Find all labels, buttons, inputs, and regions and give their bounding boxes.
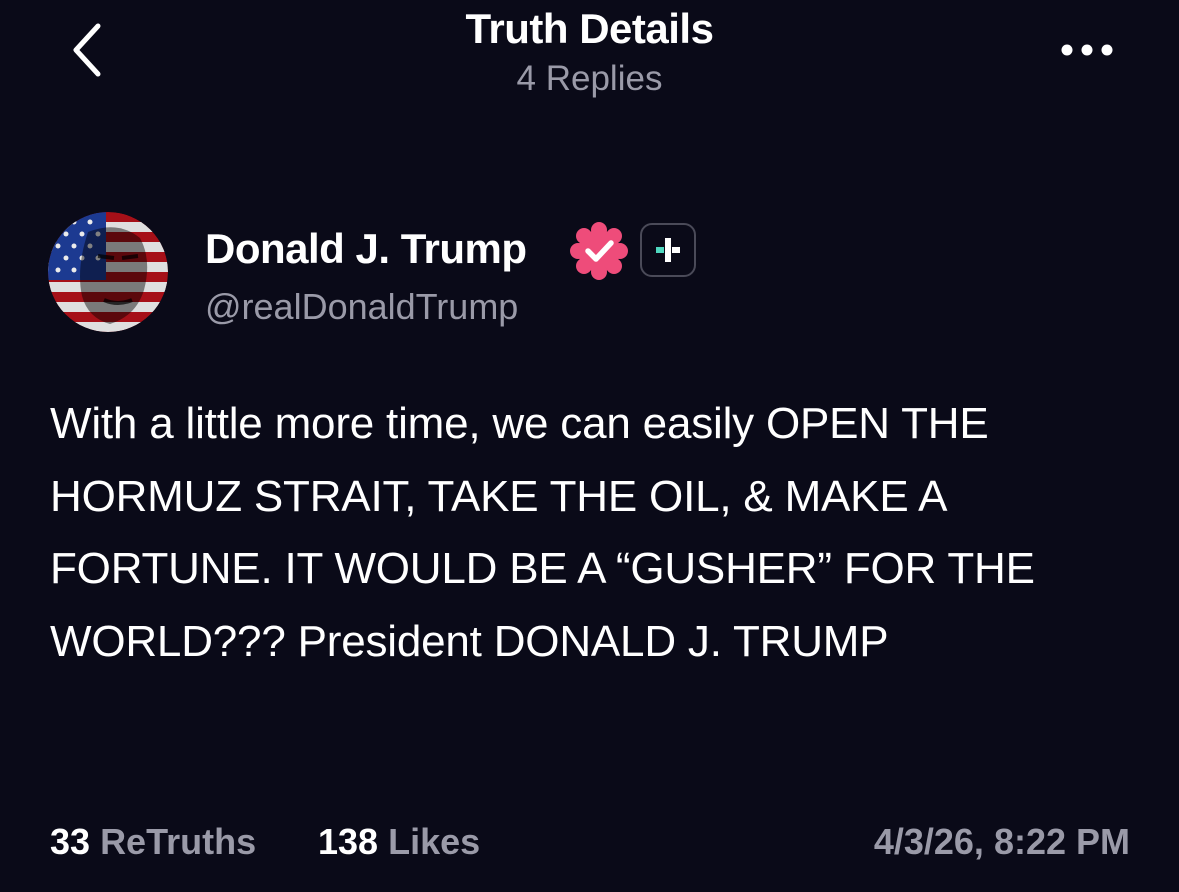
page-title: Truth Details [465,5,714,52]
post-text: With a little more time, we can easily O… [50,399,1035,666]
post-timestamp: 4/3/26, 8:22 PM [873,821,1130,862]
post-stats: 33 ReTruths 138 Likes 4/3/26, 8:22 PM [50,818,1130,866]
more-options-button[interactable] [1052,28,1122,72]
retruths-count: 33 [50,821,91,862]
avatar[interactable] [48,212,168,332]
likes-label: Likes [388,821,481,862]
author-name[interactable]: Donald J. Trump [205,224,527,274]
truth-details-screen: Truth Details 4 Replies Donald J. Trump … [0,0,1179,892]
plus-badge-icon [656,238,680,262]
verified-badge-icon [570,222,628,280]
replies-count: 4 Replies [516,59,663,98]
likes-stat[interactable]: 138 Likes [318,818,480,866]
header: Truth Details 4 Replies [0,4,1179,102]
retruths-stat[interactable]: 33 ReTruths [50,818,256,866]
ellipsis-icon [1061,44,1113,56]
flag-portrait-avatar-icon [48,212,168,332]
author-handle[interactable]: @realDonaldTrump [205,284,518,330]
truth-plus-badge [640,223,696,277]
likes-count: 138 [318,821,379,862]
retruths-label: ReTruths [100,821,257,862]
